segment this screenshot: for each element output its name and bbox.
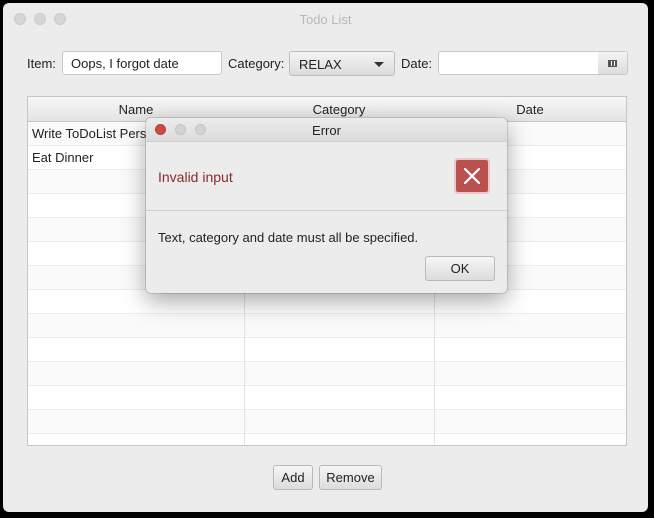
- add-button[interactable]: Add: [273, 465, 313, 490]
- dialog-message: Text, category and date must all be spec…: [158, 230, 419, 245]
- category-label: Category:: [228, 56, 285, 71]
- ok-button[interactable]: OK: [425, 256, 495, 281]
- category-selected-value: RELAX: [299, 57, 342, 72]
- empty-row: [28, 434, 626, 445]
- calendar-icon: [608, 60, 617, 67]
- date-field[interactable]: [438, 51, 599, 75]
- empty-row: [28, 338, 626, 362]
- dialog-titlebar[interactable]: Error: [146, 118, 507, 142]
- empty-row: [28, 410, 626, 434]
- item-field[interactable]: [62, 51, 222, 75]
- empty-row: [28, 314, 626, 338]
- dialog-title: Error: [312, 123, 341, 138]
- window-titlebar[interactable]: Todo List: [3, 3, 648, 33]
- date-label: Date:: [401, 56, 433, 71]
- error-x-icon: [454, 158, 490, 194]
- chevron-down-icon: [374, 62, 384, 67]
- dialog-header-panel: Invalid input: [146, 142, 507, 211]
- empty-row: [28, 386, 626, 410]
- item-label: Item:: [27, 56, 56, 71]
- error-dialog: Error Invalid input Text, category and d…: [146, 118, 507, 293]
- empty-row: [28, 362, 626, 386]
- category-select[interactable]: RELAX: [289, 51, 395, 76]
- dialog-header-text: Invalid input: [158, 169, 233, 185]
- date-picker-button[interactable]: [598, 51, 628, 75]
- window-title: Todo List: [299, 12, 352, 27]
- remove-button[interactable]: Remove: [319, 465, 382, 490]
- empty-row: [28, 290, 626, 314]
